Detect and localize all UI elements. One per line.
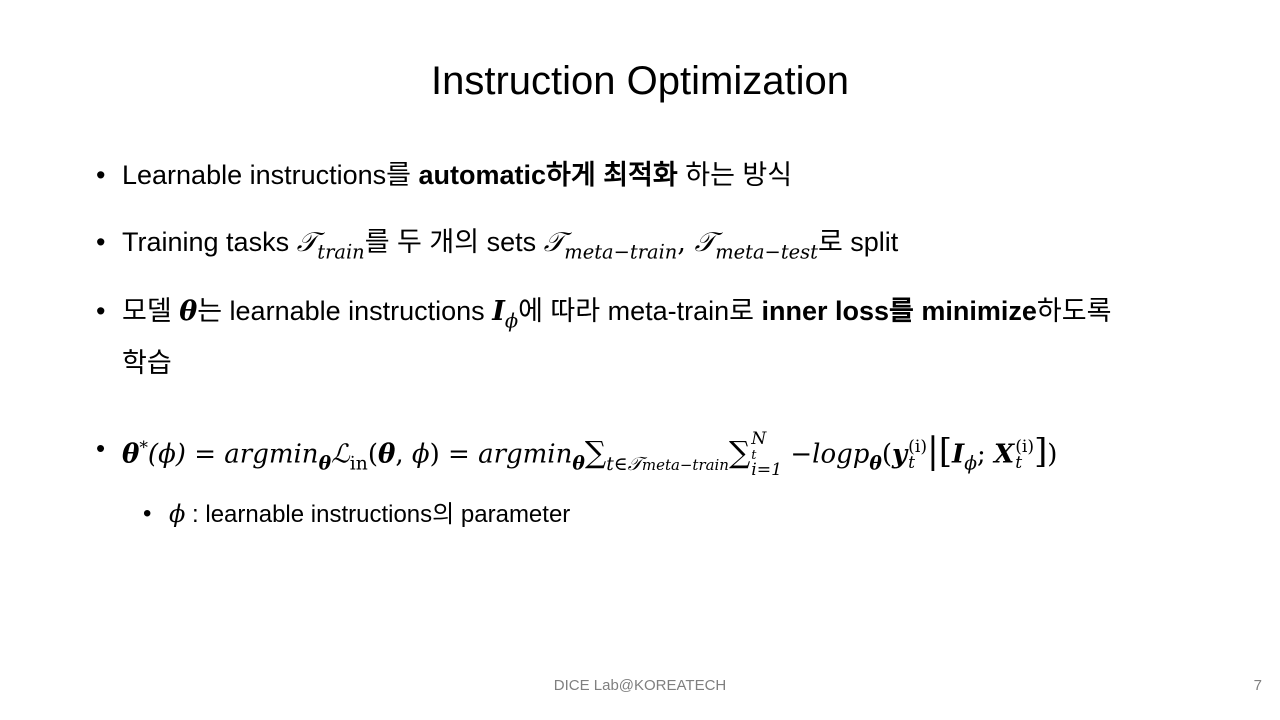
bullet-marker: • bbox=[96, 160, 106, 190]
eq-bar: | bbox=[927, 430, 939, 472]
sub-bullet-marker: • bbox=[143, 500, 152, 527]
eq-sum-1-sub: t∈𝒯meta−train bbox=[606, 454, 729, 475]
bullet-2-part-1: Training tasks bbox=[122, 227, 297, 257]
bullet-marker: • bbox=[96, 296, 106, 326]
eq-phi-arg: (ϕ) bbox=[147, 439, 186, 470]
bullet-3-part-2: 는 learnable instructions bbox=[197, 296, 493, 326]
slide-title: Instruction Optimization bbox=[431, 59, 849, 103]
eq-X-sub: t bbox=[1015, 452, 1023, 473]
bullet-2-part-3: 로 split bbox=[817, 227, 899, 257]
eq-argmin-2: argmin bbox=[478, 439, 573, 470]
eq-p-sub: θ bbox=[869, 452, 882, 475]
eq-argmin-sub: θ bbox=[318, 452, 332, 475]
eq-sum-1-set-sub: meta−train bbox=[641, 455, 729, 474]
phi-symbol: ϕ bbox=[169, 500, 186, 528]
bullet-3-part-3: 에 따라 meta-train로 bbox=[518, 296, 762, 326]
bullet-3-line-2: 학습 bbox=[122, 348, 172, 378]
eq-y-scripts: (i) t bbox=[908, 438, 927, 473]
bullet-marker: • bbox=[96, 433, 106, 463]
bullet-3-text: 모델 θ는 learnable instructions Iϕ에 따라 meta… bbox=[122, 294, 1111, 338]
eq-sum-1-set: 𝒯 bbox=[627, 453, 642, 475]
equation: θ*(ϕ) = argminθℒin(θ, ϕ) = argminθ∑t∈𝒯me… bbox=[122, 431, 1057, 482]
bullet-1-bold: automatic하게 최적화 bbox=[418, 160, 678, 190]
eq-theta: θ bbox=[122, 439, 140, 470]
eq-lbracket: [ bbox=[938, 431, 953, 471]
eq-equals: = bbox=[185, 439, 225, 470]
eq-theta-2: θ bbox=[377, 439, 396, 470]
eq-sum-1: ∑ bbox=[584, 435, 607, 471]
phi-subscript: ϕ bbox=[504, 309, 519, 333]
theta-symbol: θ bbox=[179, 296, 198, 327]
eq-p: p bbox=[852, 439, 870, 470]
comma: , bbox=[677, 227, 695, 258]
eq-comma: , bbox=[395, 439, 412, 470]
eq-sum-1-index: t∈ bbox=[606, 453, 628, 475]
eq-sum-2-upper: Nt bbox=[751, 429, 782, 463]
eq-I-sub: ϕ bbox=[964, 453, 977, 475]
bullet-3-part-5: 하도록 bbox=[1036, 296, 1112, 326]
bullet-1-part-1: Learnable instructions를 bbox=[122, 160, 419, 190]
footer-text: DICE Lab@KOREATECH bbox=[553, 677, 727, 694]
tasks-symbol: 𝒯 bbox=[296, 227, 318, 258]
eq-loss-sub: in bbox=[349, 453, 368, 475]
sub-bullet-text: ϕ : learnable instructions의 parameter bbox=[169, 498, 570, 531]
eq-I: I bbox=[952, 439, 965, 470]
eq-sum-2-upper-n: N bbox=[751, 429, 767, 450]
eq-rparen-2: ) bbox=[1047, 439, 1058, 470]
bullet-1-part-3: 하는 방식 bbox=[677, 160, 793, 190]
eq-loss: ℒ bbox=[331, 439, 350, 470]
eq-minus-log: −log bbox=[782, 439, 853, 470]
eq-argmin-sub-2: θ bbox=[572, 452, 585, 475]
eq-X: X bbox=[994, 439, 1015, 470]
eq-equals-2: = bbox=[439, 439, 479, 470]
eq-X-scripts: (i) t bbox=[1015, 438, 1034, 473]
eq-y: y bbox=[892, 439, 908, 470]
eq-semicolon: ; bbox=[976, 439, 994, 470]
bullet-3-bold: inner loss를 minimize bbox=[761, 296, 1037, 326]
eq-lparen: ( bbox=[367, 439, 378, 470]
sub-bullet-description: : learnable instructions의 parameter bbox=[185, 501, 571, 528]
eq-rbracket: ] bbox=[1034, 431, 1048, 471]
eq-sum-2-lower: i=1 bbox=[751, 460, 783, 481]
eq-y-sub: t bbox=[908, 452, 916, 473]
bullet-2-part-2: 를 두 개의 sets bbox=[364, 227, 544, 257]
eq-star: * bbox=[139, 438, 148, 458]
meta-train-subscript: meta−train bbox=[564, 240, 678, 264]
meta-test-subscript: meta−test bbox=[715, 240, 818, 264]
eq-sum-2: ∑ bbox=[728, 435, 751, 471]
bullet-marker: • bbox=[96, 227, 106, 257]
eq-phi: ϕ bbox=[411, 439, 430, 470]
bullet-1-text: Learnable instructions를 automatic하게 최적화 … bbox=[122, 158, 792, 192]
eq-lparen-2: ( bbox=[881, 439, 893, 470]
eq-argmin: argmin bbox=[224, 439, 319, 470]
page-number: 7 bbox=[1253, 677, 1262, 694]
train-subscript: train bbox=[317, 240, 365, 264]
tasks-symbol: 𝒯 bbox=[543, 227, 565, 258]
bullet-3-part-1: 모델 bbox=[122, 296, 180, 326]
eq-rparen: ) bbox=[429, 439, 440, 470]
eq-sum-2-limits: Nt i=1 bbox=[751, 429, 783, 481]
instruction-symbol: I bbox=[492, 296, 505, 327]
bullet-2-text: Training tasks 𝒯train를 두 개의 sets 𝒯meta−t… bbox=[122, 225, 898, 269]
tasks-symbol: 𝒯 bbox=[694, 227, 716, 258]
